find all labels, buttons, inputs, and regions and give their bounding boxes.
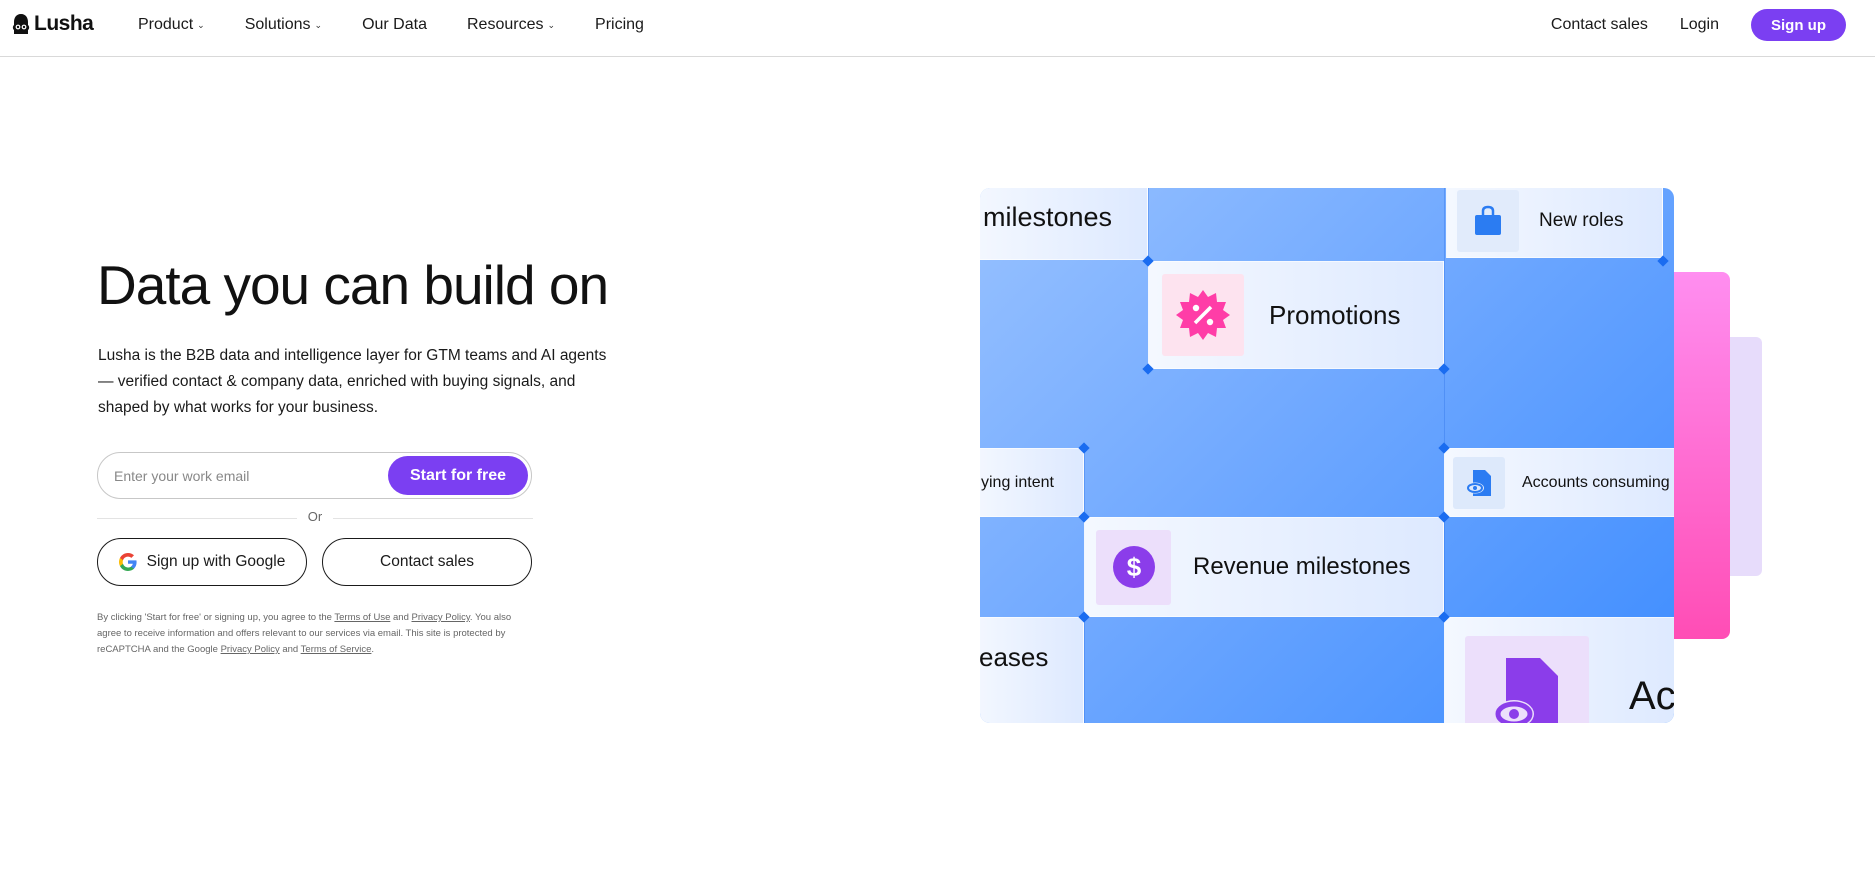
contact-sales-label: Contact sales [380,553,474,570]
tile-buying-intent: ying intent [980,448,1084,517]
legal-text-5: . [371,644,375,655]
document-view-icon [1466,469,1491,496]
lusha-logo[interactable]: Lusha [12,12,94,36]
lusha-logo-icon [12,14,30,34]
contact-sales-link[interactable]: Contact sales [1551,16,1648,34]
top-navigation: Lusha Product ⌄ Solutions ⌄ Our Data Res… [0,0,1875,57]
legal-text-1: By clicking 'Start for free' or signing … [97,612,335,623]
promotions-icon-box [1162,274,1244,356]
nav-product[interactable]: Product ⌄ [138,16,205,34]
tile-milestones: milestones [980,188,1148,260]
tile-promotions-label: Promotions [1269,299,1401,330]
nav-pricing[interactable]: Pricing [595,16,644,34]
nav-actions: Contact sales Login Sign up [1519,0,1846,50]
briefcase-icon [1475,205,1501,235]
email-signup-form: Start for free [97,452,532,499]
tile-accounts-consuming: Accounts consuming [1444,448,1674,517]
legal-text-4: and [279,644,301,655]
start-for-free-button[interactable]: Start for free [388,456,528,495]
legal-disclaimer: By clicking 'Start for free' or signing … [97,610,527,658]
accounts-icon-box [1453,456,1505,509]
google-signup-button[interactable]: Sign up with Google [97,538,307,586]
primary-nav: Product ⌄ Solutions ⌄ Our Data Resources… [138,0,684,50]
privacy-policy-link[interactable]: Privacy Policy [412,612,470,623]
tile-releases-label: eases [980,641,1049,672]
nav-pricing-label: Pricing [595,16,644,33]
google-icon [118,553,137,571]
logo-wordmark: Lusha [34,12,94,35]
nav-our-data[interactable]: Our Data [362,16,427,34]
hero-title: Data you can build on [97,254,609,316]
dollar-coin-icon: $ [1112,546,1155,588]
tile-releases: eases [980,617,1084,723]
contact-sales-button[interactable]: Contact sales [322,538,532,586]
tile-new-roles-label: New roles [1539,209,1624,231]
accounts-large-icon-box [1465,636,1589,723]
hero-description: Lusha is the B2B data and intelligence l… [98,347,607,416]
tile-buying-intent-label: ying intent [981,473,1054,491]
new-roles-icon-box [1457,189,1519,252]
legal-text-2: and [390,612,412,623]
tile-accounts-large: Ac [1444,617,1674,723]
signup-button[interactable]: Sign up [1751,9,1846,41]
chevron-down-icon: ⌄ [547,19,556,30]
google-privacy-policy-link[interactable]: Privacy Policy [221,644,280,655]
tile-promotions: Promotions [1148,261,1444,369]
login-link[interactable]: Login [1680,16,1719,34]
nav-resources[interactable]: Resources ⌄ [467,16,555,34]
google-terms-of-service-link[interactable]: Terms of Service [301,644,372,655]
nav-product-label: Product [138,16,194,33]
terms-of-use-link[interactable]: Terms of Use [334,612,390,623]
svg-text:$: $ [1126,552,1141,582]
tile-accounts-consuming-label: Accounts consuming [1522,473,1670,491]
chevron-down-icon: ⌄ [314,19,323,30]
document-view-icon [1494,658,1558,723]
tile-milestones-label: milestones [983,202,1113,232]
tile-ac-label: Ac [1629,674,1674,718]
nav-resources-label: Resources [466,16,544,33]
revenue-icon-box: $ [1096,529,1171,605]
or-label: Or [297,509,333,524]
nav-solutions-label: Solutions [244,16,311,33]
chevron-down-icon: ⌄ [197,19,205,30]
work-email-input[interactable] [114,453,384,498]
nav-our-data-label: Our Data [362,16,427,33]
tile-new-roles: New roles [1446,188,1663,258]
google-signup-label: Sign up with Google [146,553,286,570]
tile-revenue-milestones-label: Revenue milestones [1193,553,1411,580]
signals-illustration: milestones New roles Promotions ying int… [980,188,1674,723]
nav-solutions[interactable]: Solutions ⌄ [245,16,322,34]
discount-badge-icon [1176,290,1230,340]
tile-revenue-milestones: $ Revenue milestones [1084,517,1444,617]
